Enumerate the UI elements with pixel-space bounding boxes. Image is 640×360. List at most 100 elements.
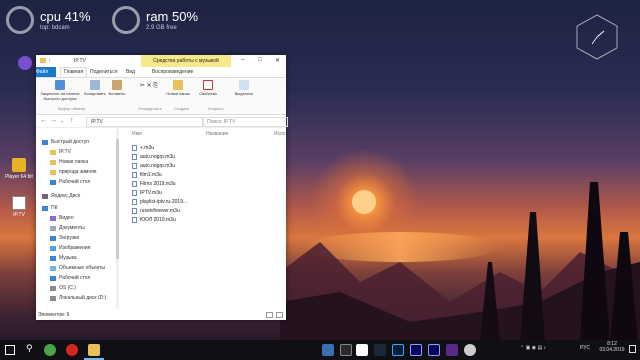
desktop-icon-iptv[interactable]: IP.TV bbox=[4, 196, 34, 218]
tab-share[interactable]: Поделиться bbox=[90, 69, 118, 75]
premiere2-taskbar-icon[interactable] bbox=[428, 344, 440, 356]
sidebar-item-pictures[interactable]: Изображения bbox=[50, 245, 90, 251]
sidebar-item-downloads[interactable]: Загрузки bbox=[50, 235, 79, 241]
sidebar-item-video[interactable]: Видео bbox=[50, 215, 74, 221]
sidebar-item-yandex-disk[interactable]: Яндекс.Диск bbox=[42, 193, 80, 199]
back-button[interactable]: ← bbox=[40, 117, 47, 124]
folder-icon bbox=[40, 58, 46, 63]
chrome-taskbar-icon[interactable] bbox=[44, 344, 56, 356]
file-row[interactable]: Films 2019.m3u bbox=[132, 181, 176, 187]
tab-home[interactable]: Главная bbox=[60, 67, 88, 77]
notification-icon[interactable] bbox=[629, 345, 636, 353]
sidebar-scroll-thumb[interactable] bbox=[116, 139, 119, 259]
opera-taskbar-icon[interactable] bbox=[66, 344, 78, 356]
sidebar-item-desktop[interactable]: Рабочий стол bbox=[50, 275, 90, 281]
media-taskbar-icon[interactable] bbox=[356, 344, 368, 356]
app2-taskbar-icon[interactable] bbox=[446, 344, 458, 356]
language-indicator[interactable]: РУС bbox=[580, 345, 590, 351]
window-title: IP.TV bbox=[74, 58, 86, 64]
file-row[interactable]: auto.nogrp.m3u bbox=[132, 163, 175, 169]
sidebar-item-3d-objects[interactable]: Объемные объекты bbox=[50, 265, 105, 271]
search-icon[interactable]: ⚲ bbox=[26, 343, 33, 354]
file-icon bbox=[132, 181, 137, 187]
up-button[interactable]: ↑ bbox=[70, 117, 74, 124]
chevron-down-icon[interactable]: ⌄ bbox=[60, 118, 64, 124]
explorer-window: IP.TV Средства работы с музыкой – □ ✕ Фа… bbox=[36, 55, 288, 320]
star-icon bbox=[42, 139, 48, 145]
sidebar-item-music[interactable]: Музыка bbox=[50, 255, 77, 261]
ram-label: ram 50% bbox=[146, 8, 199, 24]
column-name[interactable]: Имя bbox=[132, 131, 142, 137]
pin-label: Закрепить на панели быстрого доступа bbox=[40, 91, 80, 101]
file-row[interactable]: IPTV.m3u bbox=[132, 190, 162, 196]
paste-icon bbox=[112, 80, 122, 90]
close-button[interactable]: ✕ bbox=[275, 57, 280, 64]
column-title[interactable]: Название bbox=[206, 131, 228, 137]
icons-view-button[interactable] bbox=[276, 312, 283, 318]
forward-button[interactable]: → bbox=[50, 117, 57, 124]
quick-access-toolbar[interactable] bbox=[49, 58, 68, 63]
premiere-taskbar-icon[interactable] bbox=[410, 344, 422, 356]
tab-file[interactable]: Файл bbox=[36, 67, 56, 77]
photoshop-taskbar-icon[interactable] bbox=[392, 344, 404, 356]
group-clipboard: Буфер обмена bbox=[58, 106, 86, 111]
sidebar-item-desktop-quick[interactable]: Рабочий стол bbox=[50, 179, 90, 185]
desktop-icon-player[interactable]: Player 64 bit bbox=[4, 158, 34, 180]
select-label: Выделить bbox=[234, 91, 254, 96]
maximize-button[interactable]: □ bbox=[258, 57, 262, 63]
launcher-icon[interactable] bbox=[18, 56, 32, 70]
group-new: Создать bbox=[174, 106, 190, 111]
paste-button[interactable]: Вставить bbox=[106, 80, 128, 96]
sidebar-item-pc[interactable]: ПК bbox=[42, 205, 58, 211]
cpu-sub: top: bdcam bbox=[40, 24, 70, 31]
organize-buttons[interactable]: ✂ ✕ ⎘ bbox=[134, 82, 164, 90]
clock[interactable]: 8:12 03.04.2019 bbox=[599, 341, 625, 353]
address-row: ← → ⌄ ↑ IP.TV Поиск: IP.TV bbox=[36, 115, 288, 128]
sidebar-item-nature[interactable]: природа зимняя bbox=[50, 169, 97, 175]
file-row[interactable]: film1.m3u bbox=[132, 172, 162, 178]
sidebar-item-iptv[interactable]: IP.TV bbox=[50, 149, 71, 155]
file-row[interactable]: ЮОЛ 2019.m3u bbox=[132, 217, 176, 223]
properties-icon bbox=[203, 80, 213, 90]
clock-date: 03.04.2019 bbox=[599, 347, 625, 353]
column-artist[interactable]: Испо bbox=[274, 131, 286, 137]
ram-sub: 2.9 GB free bbox=[146, 24, 177, 31]
sidebar-item-quick-access[interactable]: Быстрый доступ bbox=[42, 139, 89, 145]
sidebar-item-new-folder[interactable]: Новая папка bbox=[50, 159, 88, 165]
file-row[interactable]: +.m3u bbox=[132, 145, 154, 151]
search-input[interactable]: Поиск: IP.TV bbox=[202, 117, 288, 127]
properties-button[interactable]: Свойства bbox=[196, 80, 220, 96]
file-row[interactable]: russtvforever.m3u bbox=[132, 208, 180, 214]
address-bar[interactable]: IP.TV bbox=[86, 117, 204, 127]
steam-taskbar-icon[interactable] bbox=[374, 344, 386, 356]
sidebar-item-drive-d[interactable]: Локальный диск (D:) bbox=[50, 295, 106, 301]
context-tab[interactable]: Средства работы с музыкой bbox=[141, 55, 231, 67]
sidebar-item-drive-c[interactable]: OS (C:) bbox=[50, 285, 76, 291]
clock-widget bbox=[576, 14, 618, 60]
sidebar-scrollbar[interactable] bbox=[116, 129, 119, 309]
vk-taskbar-icon[interactable] bbox=[322, 344, 334, 356]
details-view-button[interactable] bbox=[266, 312, 273, 318]
copy-button[interactable]: Копировать bbox=[84, 80, 106, 96]
app3-taskbar-icon[interactable] bbox=[464, 344, 476, 356]
start-button[interactable] bbox=[5, 345, 15, 355]
select-icon bbox=[239, 80, 249, 90]
file-row[interactable]: playlist-iptv.ru-2019... bbox=[132, 199, 187, 205]
new-folder-button[interactable]: Новая папка bbox=[166, 80, 190, 96]
taskbar: ⚲ ⌃ ▣ ◉ ▤ ♪ РУС 8:12 03.04.2019 bbox=[0, 340, 640, 360]
ram-widget: ram 50% 2.9 GB free bbox=[112, 6, 198, 34]
select-button[interactable]: Выделить bbox=[232, 80, 256, 96]
app-taskbar-icon[interactable] bbox=[340, 344, 352, 356]
folder-icon bbox=[50, 159, 56, 165]
file-row[interactable]: auto.nogrp.m3u bbox=[132, 154, 175, 160]
explorer-taskbar-icon[interactable] bbox=[88, 344, 100, 356]
tray-icons[interactable]: ⌃ ▣ ◉ ▤ ♪ bbox=[520, 345, 546, 351]
drive-icon bbox=[50, 285, 56, 291]
sidebar-item-documents[interactable]: Документы bbox=[50, 225, 85, 231]
tab-view[interactable]: Вид bbox=[126, 69, 135, 75]
minimize-button[interactable]: – bbox=[241, 57, 244, 63]
tab-playback[interactable]: Воспроизведение bbox=[152, 69, 193, 75]
ribbon: Закрепить на панели быстрого доступа Коп… bbox=[36, 78, 286, 115]
pin-button[interactable]: Закрепить на панели быстрого доступа bbox=[38, 80, 82, 101]
cloud-icon bbox=[42, 193, 48, 199]
